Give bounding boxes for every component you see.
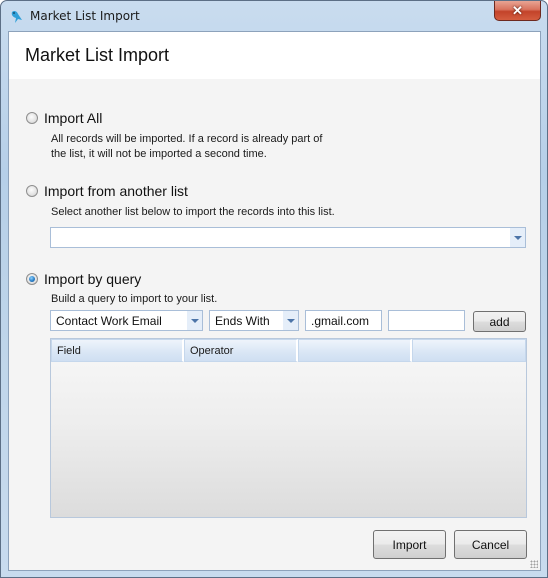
add-button[interactable]: add — [473, 311, 526, 332]
query-value-field[interactable] — [306, 311, 381, 330]
chevron-down-icon[interactable] — [510, 228, 525, 247]
window-title: Market List Import — [30, 9, 140, 23]
query-value2-input[interactable] — [388, 310, 465, 331]
query-field-value: Contact Work Email — [56, 314, 162, 328]
query-value-input[interactable] — [305, 310, 382, 331]
query-operator-dropdown[interactable]: Ends With — [209, 310, 299, 331]
close-icon: ✕ — [512, 2, 523, 18]
import-all-radio[interactable] — [26, 112, 38, 124]
import-by-query-option[interactable]: Import by query — [26, 271, 141, 287]
query-conditions-grid[interactable]: Field Operator — [50, 338, 527, 518]
import-all-description: All records will be imported. If a recor… — [51, 132, 322, 162]
page-title: Market List Import — [25, 45, 170, 65]
dialog-content: Market List Import Import All All record… — [8, 31, 541, 571]
grid-header: Field Operator — [51, 339, 526, 362]
app-bird-icon — [11, 10, 22, 23]
query-value2-field[interactable] — [389, 311, 464, 330]
import-all-option[interactable]: Import All — [26, 110, 102, 126]
grid-column-4[interactable] — [412, 339, 526, 362]
import-all-label[interactable]: Import All — [44, 110, 102, 126]
cancel-button[interactable]: Cancel — [454, 530, 527, 559]
dialog-window: Market List Import ✕ Market List Import … — [0, 0, 548, 578]
source-list-dropdown[interactable] — [50, 227, 526, 248]
resize-grip[interactable] — [530, 560, 538, 568]
import-all-description-line1: All records will be imported. If a recor… — [51, 133, 323, 145]
title-bar[interactable]: Market List Import ✕ — [1, 1, 547, 31]
grid-column-field[interactable]: Field — [51, 339, 184, 362]
import-from-list-label[interactable]: Import from another list — [44, 183, 188, 199]
import-by-query-label[interactable]: Import by query — [44, 271, 141, 287]
import-all-description-line2: the list, it will not be imported a seco… — [51, 148, 267, 160]
import-from-list-description: Select another list below to import the … — [51, 206, 335, 218]
import-from-list-radio[interactable] — [26, 185, 38, 197]
query-field-dropdown[interactable]: Contact Work Email — [50, 310, 203, 331]
chevron-down-icon[interactable] — [283, 311, 298, 330]
import-from-list-option[interactable]: Import from another list — [26, 183, 188, 199]
grid-column-3[interactable] — [298, 339, 412, 362]
import-by-query-radio[interactable] — [26, 273, 38, 285]
header-band: Market List Import — [9, 32, 540, 79]
chevron-down-icon[interactable] — [187, 311, 202, 330]
close-button[interactable]: ✕ — [494, 1, 541, 21]
grid-column-operator[interactable]: Operator — [184, 339, 298, 362]
query-operator-value: Ends With — [215, 314, 270, 328]
import-by-query-description: Build a query to import to your list. — [51, 293, 218, 305]
import-button[interactable]: Import — [373, 530, 446, 559]
